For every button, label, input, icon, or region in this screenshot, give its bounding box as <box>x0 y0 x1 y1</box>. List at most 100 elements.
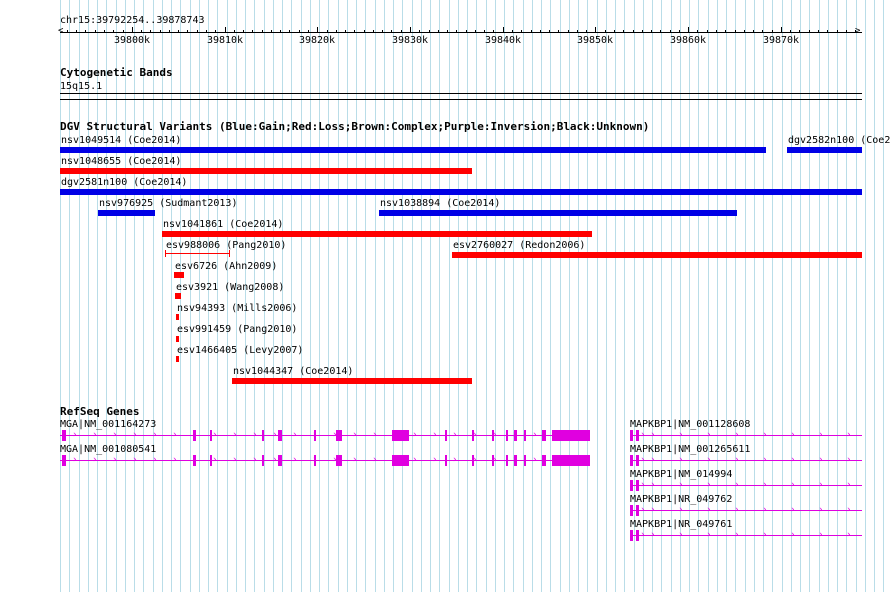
gene-intron-line[interactable] <box>630 485 862 486</box>
dgv-variant-label[interactable]: dgv2581n100 (Coe2014) <box>61 177 187 188</box>
ruler-minor-tick <box>707 30 708 33</box>
ruler-major-tick <box>225 27 226 33</box>
dgv-variant-bar[interactable] <box>452 252 862 258</box>
gene-intron-line[interactable] <box>630 435 862 436</box>
gene-intron-line[interactable] <box>60 460 590 461</box>
gene-intron-line[interactable] <box>630 535 862 536</box>
dgv-variant-bar[interactable] <box>162 231 592 237</box>
ruler-minor-tick <box>364 30 365 33</box>
gene-label[interactable]: MGA|NM_001080541 <box>60 444 156 455</box>
ruler-tick-label: 39800k <box>113 35 151 46</box>
dgv-variant-bar[interactable] <box>232 378 472 384</box>
grid-line <box>504 0 505 592</box>
grid-line <box>449 0 450 592</box>
dgv-variant-bar[interactable] <box>176 336 179 342</box>
gene-label[interactable]: MAPKBP1|NR_049761 <box>630 519 732 530</box>
ruler-tick-label: 39840k <box>484 35 522 46</box>
gene-label[interactable]: MGA|NM_001164273 <box>60 419 156 430</box>
dgv-variant-label[interactable]: nsv1044347 (Coe2014) <box>233 366 353 377</box>
refseq-track-title[interactable]: RefSeq Genes <box>60 406 139 418</box>
dgv-variant-bar[interactable] <box>60 189 862 195</box>
dgv-variant-label[interactable]: esv988006 (Pang2010) <box>166 240 286 251</box>
gene-label[interactable]: MAPKBP1|NM_001128608 <box>630 419 750 430</box>
dgv-variant-label[interactable]: nsv94393 (Mills2006) <box>177 303 297 314</box>
gene-exon <box>193 455 196 466</box>
dgv-variant-label[interactable]: esv6726 (Ahn2009) <box>175 261 277 272</box>
gene-exon <box>445 455 447 466</box>
grid-line <box>171 0 172 592</box>
strand-arrow-icon: › <box>72 430 78 440</box>
dgv-variant-bar[interactable] <box>176 314 179 320</box>
ruler-minor-tick <box>447 30 448 33</box>
ruler-tick-label: 39850k <box>576 35 614 46</box>
ruler-tick-label: 39870k <box>762 35 800 46</box>
dgv-variant-bar[interactable] <box>98 210 155 216</box>
gene-label[interactable]: MAPKBP1|NM_001265611 <box>630 444 750 455</box>
dgv-variant-label[interactable]: dgv2582n100 (Coe2014) <box>788 135 890 146</box>
dgv-variant-label[interactable]: esv3921 (Wang2008) <box>176 282 284 293</box>
gene-label[interactable]: MAPKBP1|NR_049762 <box>630 494 732 505</box>
grid-line <box>791 0 792 592</box>
grid-line <box>106 0 107 592</box>
dgv-variant-label[interactable]: nsv1041861 (Coe2014) <box>163 219 283 230</box>
strand-arrow-icon: › <box>640 430 646 440</box>
gene-exon <box>542 430 546 441</box>
strand-arrow-icon: › <box>292 455 298 465</box>
strand-arrow-icon: › <box>846 455 852 465</box>
strand-arrow-icon: › <box>252 455 258 465</box>
gene-exon <box>552 430 590 441</box>
strand-arrow-icon: › <box>112 455 118 465</box>
grid-line <box>282 0 283 592</box>
ruler-minor-tick <box>679 30 680 33</box>
dgv-variant-label[interactable]: nsv1049514 (Coe2014) <box>61 135 181 146</box>
strand-arrow-icon: › <box>734 505 740 515</box>
grid-line <box>569 0 570 592</box>
strand-arrow-icon: › <box>432 455 438 465</box>
ruler-minor-tick <box>95 30 96 33</box>
gene-intron-line[interactable] <box>60 435 590 436</box>
grid-line <box>310 0 311 592</box>
dgv-variant-label[interactable]: esv1466405 (Levy2007) <box>177 345 303 356</box>
gene-intron-line[interactable] <box>630 510 862 511</box>
strand-arrow-icon: › <box>762 505 768 515</box>
grid-line <box>116 0 117 592</box>
dgv-variant-bar[interactable] <box>60 168 472 174</box>
dgv-track-title[interactable]: DGV Structural Variants (Blue:Gain;Red:L… <box>60 121 649 133</box>
ruler-minor-tick <box>280 30 281 33</box>
dgv-variant-bar[interactable] <box>174 272 184 278</box>
dgv-variant-bar[interactable] <box>60 147 766 153</box>
strand-arrow-icon: › <box>272 455 278 465</box>
dgv-variant-label[interactable]: nsv1048655 (Coe2014) <box>61 156 181 167</box>
ruler-minor-tick <box>187 30 188 33</box>
strand-arrow-icon: › <box>818 455 824 465</box>
cytoband-track-title[interactable]: Cytogenetic Bands <box>60 67 173 79</box>
dgv-variant-label[interactable]: nsv976925 (Sudmant2013) <box>99 198 237 209</box>
dgv-variant-label[interactable]: esv991459 (Pang2010) <box>177 324 297 335</box>
gene-exon <box>210 455 212 466</box>
ruler-left-arrow[interactable]: < <box>58 27 63 36</box>
gene-intron-line[interactable] <box>630 460 862 461</box>
dgv-variant-bar[interactable] <box>787 147 862 153</box>
ruler-minor-tick <box>178 30 179 33</box>
ruler-tick-label: 39810k <box>206 35 244 46</box>
gene-exon <box>472 455 474 466</box>
strand-arrow-icon: › <box>790 530 796 540</box>
dgv-variant-bar[interactable] <box>165 253 230 254</box>
dgv-variant-label[interactable]: nsv1038894 (Coe2014) <box>380 198 500 209</box>
strand-arrow-icon: › <box>532 430 538 440</box>
ruler-minor-tick <box>401 30 402 33</box>
gene-exon <box>62 455 66 466</box>
ruler-minor-tick <box>243 30 244 33</box>
dgv-variant-bar[interactable] <box>175 293 181 299</box>
gene-exon <box>392 430 409 441</box>
gene-exon <box>506 455 508 466</box>
dgv-variant-bar[interactable] <box>176 356 179 362</box>
grid-line <box>846 0 847 592</box>
strand-arrow-icon: › <box>352 455 358 465</box>
dgv-variant-bar[interactable] <box>379 210 737 216</box>
ruler-minor-tick <box>345 30 346 33</box>
gene-label[interactable]: MAPKBP1|NM_014994 <box>630 469 732 480</box>
dgv-variant-label[interactable]: esv2760027 (Redon2006) <box>453 240 585 251</box>
ruler-minor-tick <box>586 30 587 33</box>
ruler-major-tick <box>595 27 596 33</box>
